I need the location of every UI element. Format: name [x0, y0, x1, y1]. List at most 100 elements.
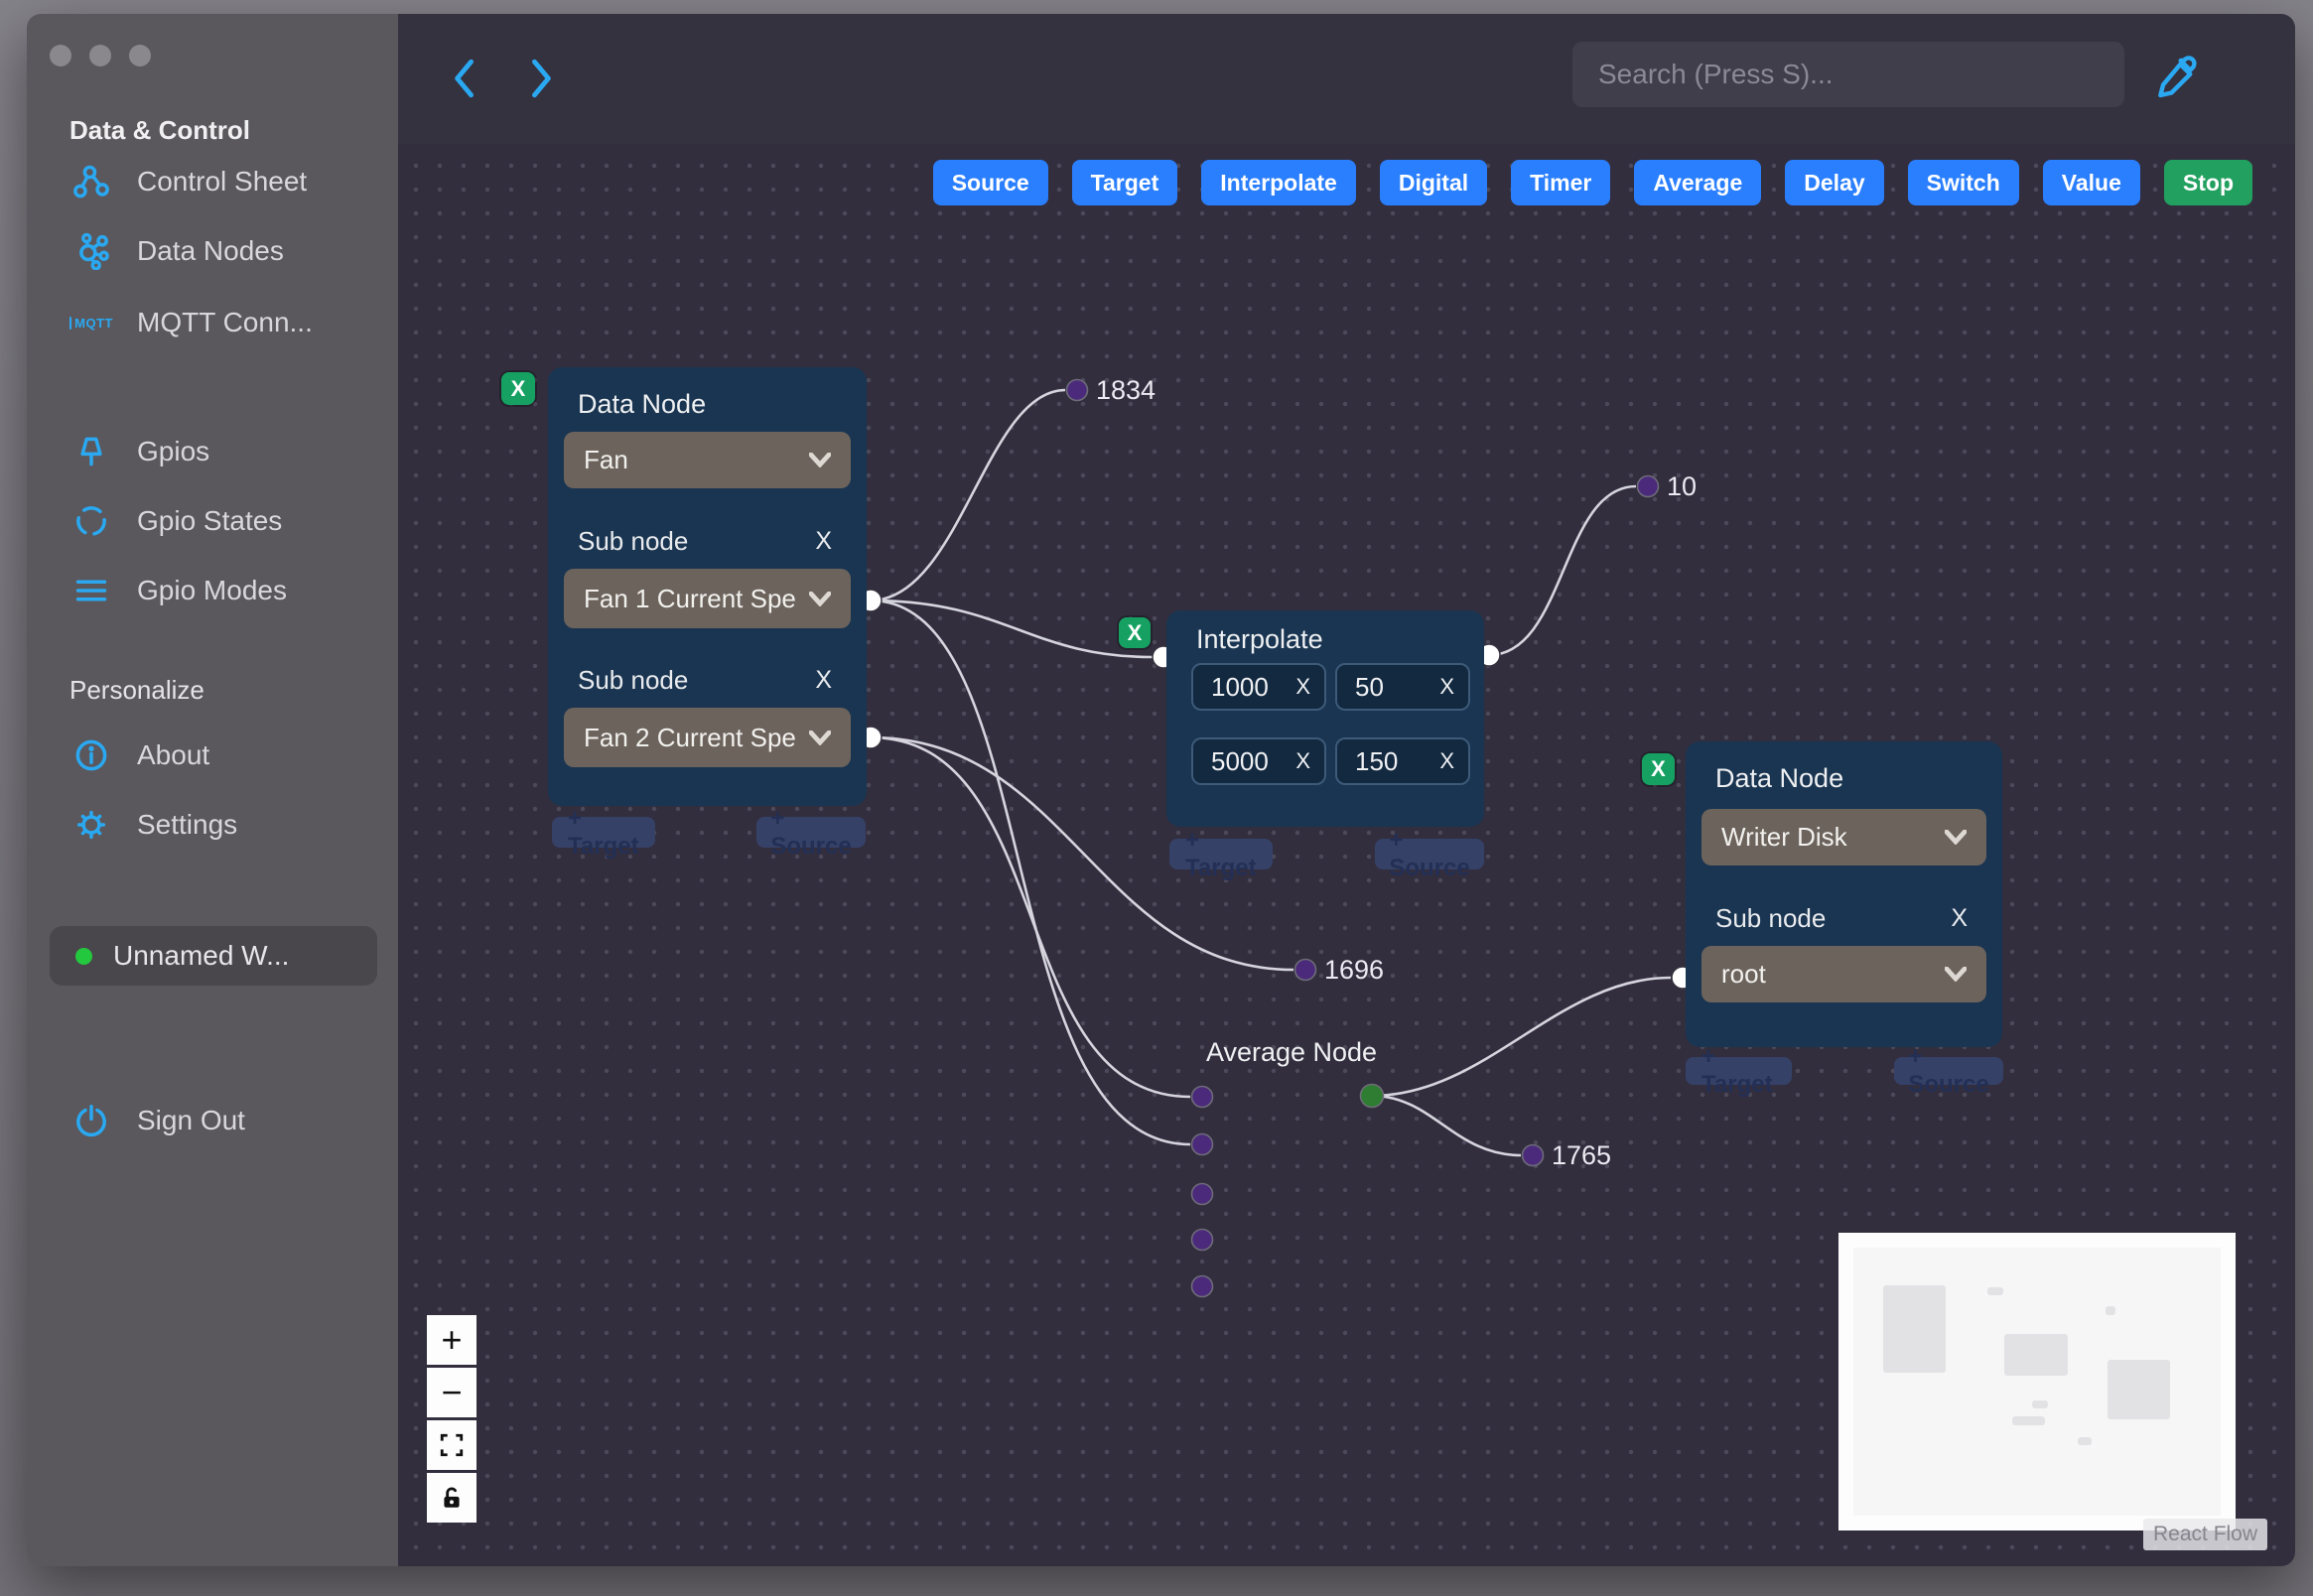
- node-data-fan[interactable]: Data Node Fan Sub node X Fan 1 Current S…: [548, 367, 867, 806]
- minimize-window-icon[interactable]: [89, 45, 111, 66]
- add-target-button[interactable]: + Target: [552, 805, 655, 860]
- node-interpolate[interactable]: Interpolate 1000 X 50 X 5000 X 150 X: [1166, 610, 1484, 827]
- edge-average-1765[interactable]: [1371, 1094, 1522, 1157]
- edit-pencil-icon[interactable]: [2155, 54, 2201, 99]
- node-type-select[interactable]: Writer Disk: [1701, 809, 1986, 865]
- sidebar-item-label: About: [137, 739, 210, 770]
- interpolate-cell[interactable]: 50 X: [1335, 663, 1470, 711]
- add-source-button[interactable]: + Source: [1894, 1043, 2003, 1098]
- minimap-node: [2012, 1416, 2045, 1425]
- endpoint-1765[interactable]: [1521, 1143, 1545, 1167]
- add-switch-node-button[interactable]: Switch: [1907, 160, 2019, 205]
- add-timer-node-button[interactable]: Timer: [1511, 160, 1611, 205]
- back-icon[interactable]: [449, 58, 482, 99]
- zoom-in-button[interactable]: +: [427, 1315, 476, 1365]
- subnode-row: Sub node X: [1715, 903, 1973, 934]
- interpolate-cell[interactable]: 1000 X: [1191, 663, 1326, 711]
- handle-average-target-1[interactable]: [1190, 1085, 1214, 1109]
- endpoint-10[interactable]: [1636, 474, 1660, 498]
- add-delay-node-button[interactable]: Delay: [1785, 160, 1884, 205]
- close-window-icon[interactable]: [50, 45, 71, 66]
- minimap[interactable]: [1838, 1233, 2236, 1530]
- subnode-label: Sub node: [578, 665, 689, 695]
- remove-subnode-button[interactable]: X: [815, 666, 838, 695]
- sidebar-item-settings[interactable]: Settings: [69, 803, 237, 847]
- endpoint-1834[interactable]: [1065, 378, 1089, 402]
- delete-node-button[interactable]: X: [1642, 753, 1675, 785]
- add-source-button[interactable]: + Source: [756, 805, 866, 860]
- sidebar: Data & Control Control Sheet Data Nodes …: [27, 14, 398, 1566]
- edge-value-label: 1696: [1324, 955, 1385, 985]
- power-icon: [69, 1099, 113, 1142]
- add-target-node-button[interactable]: Target: [1071, 160, 1178, 205]
- add-target-button[interactable]: + Target: [1686, 1043, 1792, 1098]
- add-digital-node-button[interactable]: Digital: [1379, 160, 1488, 205]
- edge-fan1-average[interactable]: [870, 598, 1191, 1146]
- interpolate-cell[interactable]: 150 X: [1335, 737, 1470, 785]
- endpoint-1696[interactable]: [1293, 958, 1317, 982]
- sidebar-item-gpios[interactable]: Gpios: [69, 430, 209, 473]
- sidebar-item-gpio-modes[interactable]: Gpio Modes: [69, 569, 287, 612]
- mqtt-icon: MQTT: [69, 301, 113, 344]
- fit-view-button[interactable]: [427, 1420, 476, 1470]
- sidebar-item-label: Settings: [137, 809, 238, 840]
- add-source-button[interactable]: + Source: [1375, 827, 1484, 881]
- edge-value-label: 10: [1667, 471, 1698, 501]
- search-input[interactable]: [1572, 42, 2124, 107]
- edge-interpolate-10[interactable]: [1488, 484, 1637, 657]
- sidebar-item-mqtt[interactable]: MQTT MQTT Conn...: [69, 301, 313, 344]
- sidebar-section-data-control: Data & Control: [69, 115, 250, 145]
- handle-average-target-5[interactable]: [1190, 1274, 1214, 1298]
- sidebar-item-label: MQTT Conn...: [137, 307, 313, 337]
- edge-fan1-interpolate[interactable]: [870, 598, 1154, 659]
- subnode-label: Sub node: [578, 526, 689, 556]
- remove-subnode-button[interactable]: X: [815, 527, 838, 556]
- handle-average-target-2[interactable]: [1190, 1132, 1214, 1156]
- subnode-select[interactable]: Fan 1 Current Spe: [564, 569, 851, 628]
- sidebar-item-control-sheet[interactable]: Control Sheet: [69, 160, 307, 203]
- node-type-select[interactable]: Fan: [564, 432, 851, 488]
- remove-cell-button[interactable]: X: [1439, 674, 1454, 700]
- flow-canvas[interactable]: Source Target Interpolate Digital Timer …: [398, 144, 2295, 1566]
- sidebar-item-sign-out[interactable]: Sign Out: [69, 1099, 245, 1142]
- data-nodes-icon: [69, 229, 113, 273]
- delete-node-button[interactable]: X: [501, 372, 535, 405]
- react-flow-attribution[interactable]: React Flow: [2143, 1519, 2268, 1550]
- add-target-button[interactable]: + Target: [1169, 827, 1273, 881]
- node-average-title[interactable]: Average Node: [1172, 1037, 1411, 1068]
- subnode-row: Sub node X: [578, 665, 838, 696]
- forward-icon[interactable]: [523, 58, 557, 99]
- lock-open-icon: [444, 1487, 460, 1508]
- add-average-node-button[interactable]: Average: [1634, 160, 1762, 205]
- add-interpolate-node-button[interactable]: Interpolate: [1201, 160, 1356, 205]
- minimap-node: [2004, 1334, 2068, 1376]
- subnode-select[interactable]: Fan 2 Current Spe: [564, 708, 851, 767]
- delete-node-button[interactable]: X: [1119, 617, 1151, 648]
- handle-average-target-3[interactable]: [1190, 1182, 1214, 1206]
- add-value-node-button[interactable]: Value: [2042, 160, 2140, 205]
- maximize-window-icon[interactable]: [129, 45, 151, 66]
- remove-cell-button[interactable]: X: [1295, 748, 1310, 774]
- zoom-out-button[interactable]: −: [427, 1368, 476, 1417]
- remove-cell-button[interactable]: X: [1439, 748, 1454, 774]
- sidebar-item-data-nodes[interactable]: Data Nodes: [69, 229, 284, 273]
- subnode-select[interactable]: root: [1701, 946, 1986, 1002]
- workspace-selected[interactable]: Unnamed W...: [50, 926, 377, 986]
- edge-fan1-1834[interactable]: [870, 388, 1066, 602]
- add-source-node-button[interactable]: Source: [932, 160, 1048, 205]
- interpolate-cell[interactable]: 5000 X: [1191, 737, 1326, 785]
- remove-cell-button[interactable]: X: [1295, 674, 1310, 700]
- info-icon: [69, 733, 113, 777]
- edge-average-writer[interactable]: [1371, 976, 1672, 1098]
- lock-button[interactable]: [427, 1473, 476, 1523]
- sidebar-item-gpio-states[interactable]: Gpio States: [69, 499, 282, 543]
- remove-subnode-button[interactable]: X: [1951, 904, 1973, 933]
- stop-button[interactable]: Stop: [2163, 160, 2252, 205]
- handle-average-target-4[interactable]: [1190, 1228, 1214, 1252]
- minimap-viewport: [1853, 1248, 2221, 1516]
- edge-fan2-average[interactable]: [870, 735, 1191, 1099]
- node-data-writer-disk[interactable]: Data Node Writer Disk Sub node X root: [1686, 741, 2002, 1047]
- workspace-status-dot: [75, 947, 92, 965]
- sidebar-item-about[interactable]: About: [69, 733, 209, 777]
- workspace-label: Unnamed W...: [113, 940, 290, 971]
